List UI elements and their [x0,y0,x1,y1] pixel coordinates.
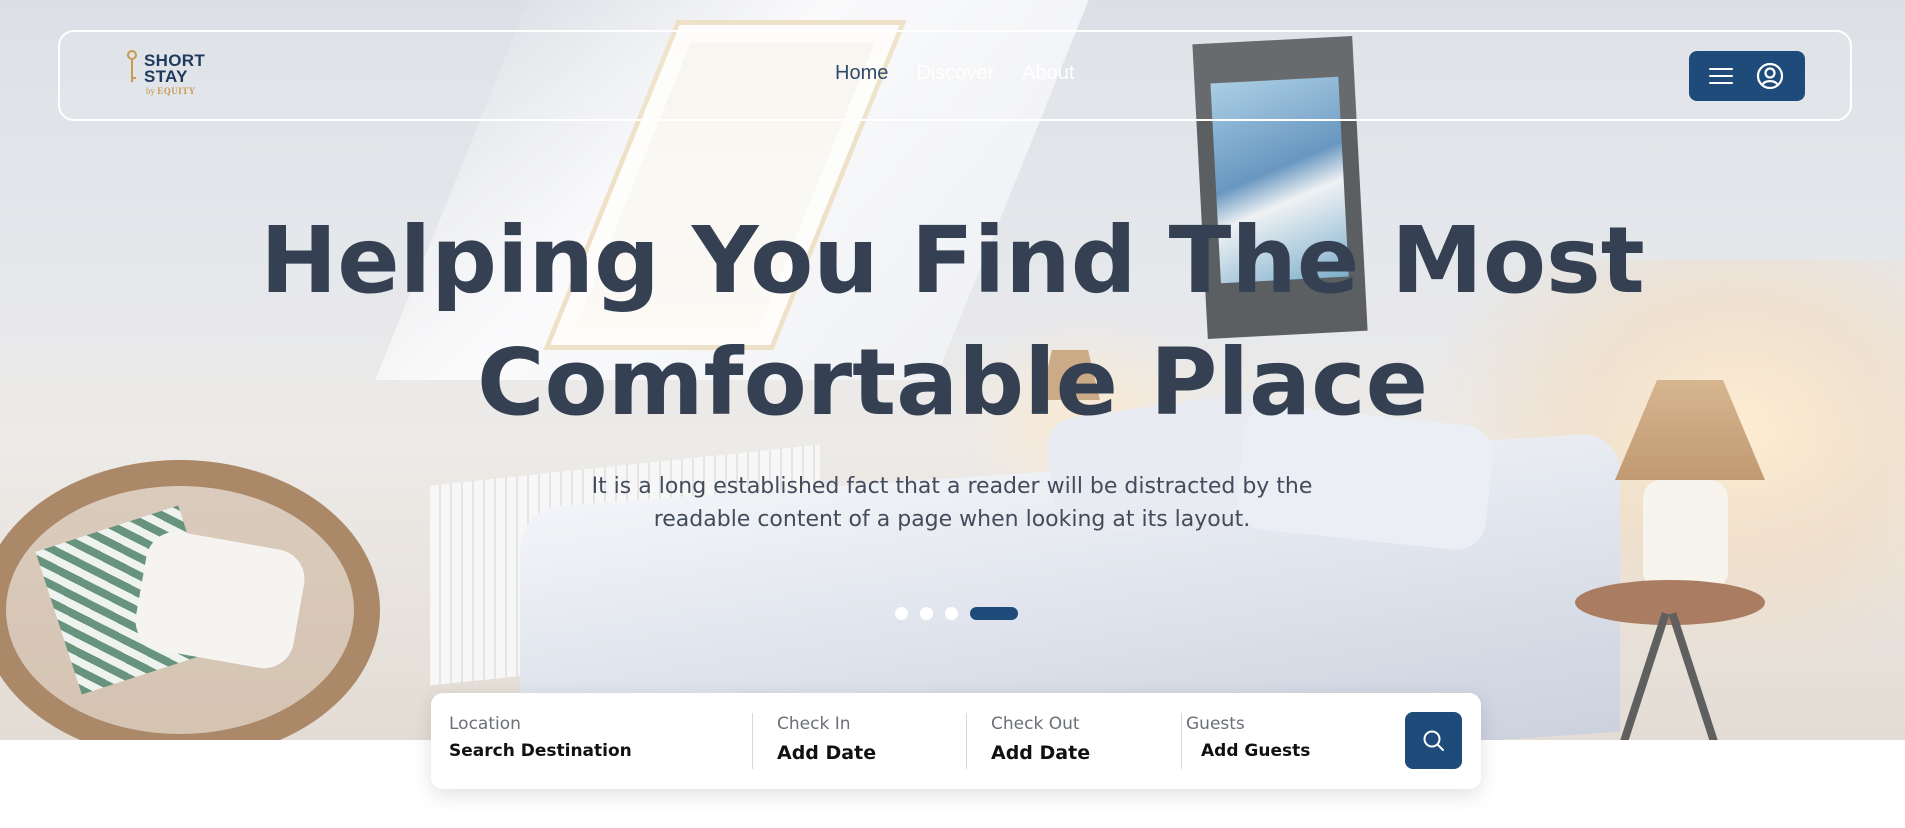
hamburger-menu-icon [1709,66,1733,86]
nav-link-about[interactable]: About [1022,62,1074,85]
carousel-indicators [895,607,1018,620]
hero-title: Helping You Find The Most Comfortable Pl… [0,200,1905,444]
brand-by-text: by [146,86,155,96]
check-in-date-picker[interactable]: Add Date [777,742,876,764]
search-icon [1423,730,1444,751]
brand-parent-name: EQUITY [157,86,196,96]
brand-name-line2: STAY [144,67,188,86]
navbar: SHORT STAY by EQUITY Home Discover About [58,30,1852,121]
nav-link-home[interactable]: Home [835,62,888,85]
carousel-dot-2[interactable] [920,607,933,620]
check-out-date-picker[interactable]: Add Date [991,742,1090,764]
location-field[interactable]: Location Search Destination [449,693,749,789]
check-out-label: Check Out [991,714,1080,734]
brand-parent: by EQUITY [146,86,196,96]
field-divider [966,713,967,769]
carousel-dot-1[interactable] [895,607,908,620]
brand-logo[interactable]: SHORT STAY by EQUITY [126,50,236,100]
check-in-label: Check In [777,714,851,734]
guests-label: Guests [1186,714,1245,734]
guests-selector[interactable]: Add Guests [1201,741,1310,761]
check-out-field[interactable]: Check Out Add Date [991,693,1191,789]
location-label: Location [449,714,521,734]
key-icon [126,50,138,84]
user-circle-icon [1756,62,1784,90]
check-in-field[interactable]: Check In Add Date [777,693,977,789]
search-button[interactable] [1405,712,1462,769]
search-bar: Location Search Destination Check In Add… [431,693,1481,789]
location-input[interactable]: Search Destination [449,741,632,761]
field-divider [752,713,753,769]
hero-subtitle: It is a long established fact that a rea… [591,474,1313,532]
menu-account-button[interactable] [1689,51,1805,101]
hero-title-line1: Helping You Find The Most [260,207,1645,314]
carousel-dot-3[interactable] [945,607,958,620]
field-divider [1181,713,1182,769]
guests-field[interactable]: Guests Add Guests [1186,693,1386,789]
carousel-dot-4-active[interactable] [970,607,1018,620]
nav-links: Home Discover About [835,62,1074,85]
hero-title-line2: Comfortable Place [476,329,1429,436]
nav-link-discover[interactable]: Discover [916,62,994,85]
